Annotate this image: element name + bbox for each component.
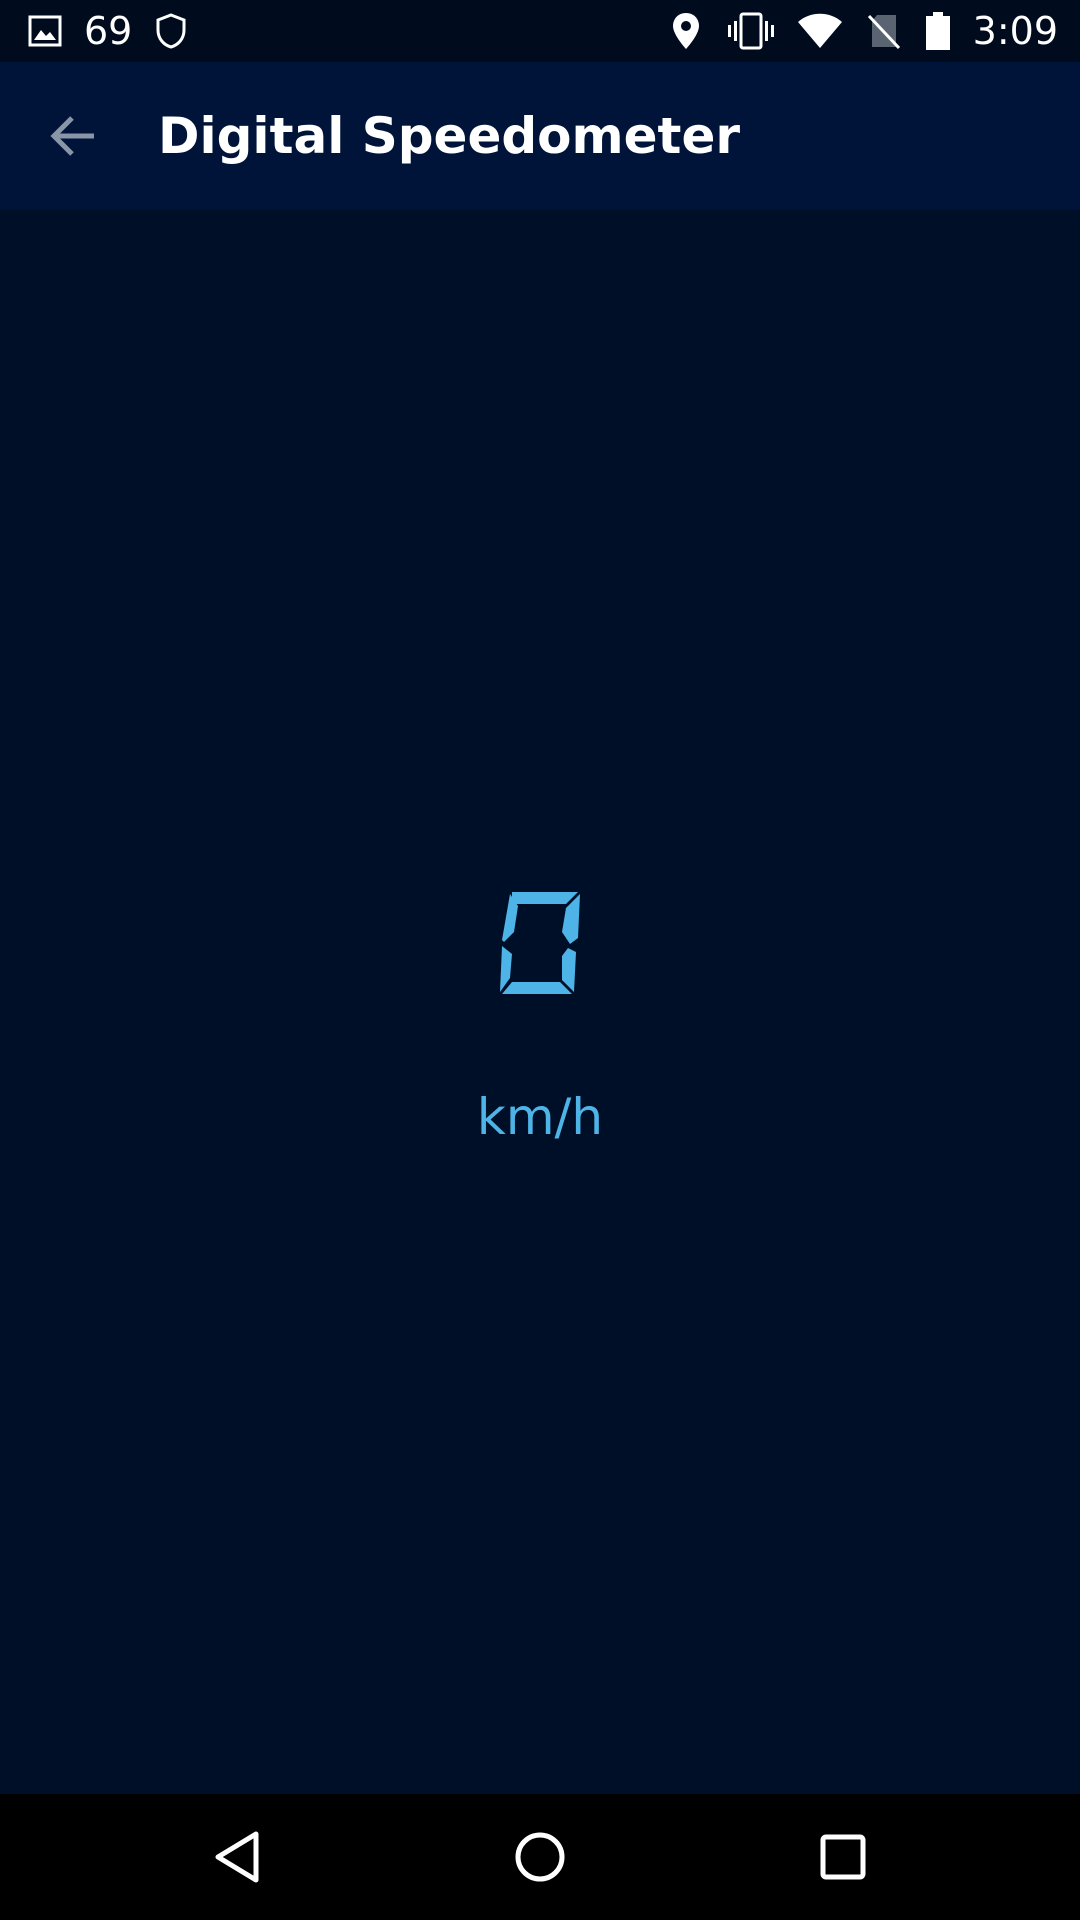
nav-back-button[interactable] [192, 1812, 282, 1902]
shield-icon [154, 12, 188, 50]
status-time: 3:09 [972, 9, 1058, 53]
status-bar-right: 3:09 [671, 0, 1058, 62]
arrow-back-icon [50, 114, 98, 158]
segment-bottom [502, 982, 572, 994]
no-sim-icon [867, 12, 901, 50]
segment-top [512, 892, 578, 904]
notification-count: 69 [84, 9, 133, 53]
nav-home-button[interactable] [495, 1812, 585, 1902]
app-bar: Digital Speedometer [0, 62, 1080, 210]
app-title: Digital Speedometer [158, 107, 741, 165]
image-icon [28, 15, 62, 47]
speed-display: 0 [0, 880, 1080, 1030]
nav-back-icon [212, 1830, 262, 1884]
navigation-bar [0, 1794, 1080, 1920]
nav-recents-button[interactable] [798, 1812, 888, 1902]
speed-unit-label: km/h [476, 1088, 604, 1146]
speedometer-screen: 0 km/h [0, 210, 1080, 1794]
vibrate-icon [727, 12, 775, 50]
nav-recents-icon [818, 1832, 868, 1882]
wifi-icon [797, 13, 843, 49]
location-icon [671, 11, 701, 51]
segment-bottom-right [562, 948, 576, 992]
status-bar: 69 3:09 [0, 0, 1080, 62]
back-button[interactable] [28, 90, 120, 182]
nav-home-icon [513, 1830, 567, 1884]
seven-segment-digit [500, 892, 580, 994]
status-bar-left: 69 [28, 0, 188, 62]
battery-icon [925, 11, 951, 51]
